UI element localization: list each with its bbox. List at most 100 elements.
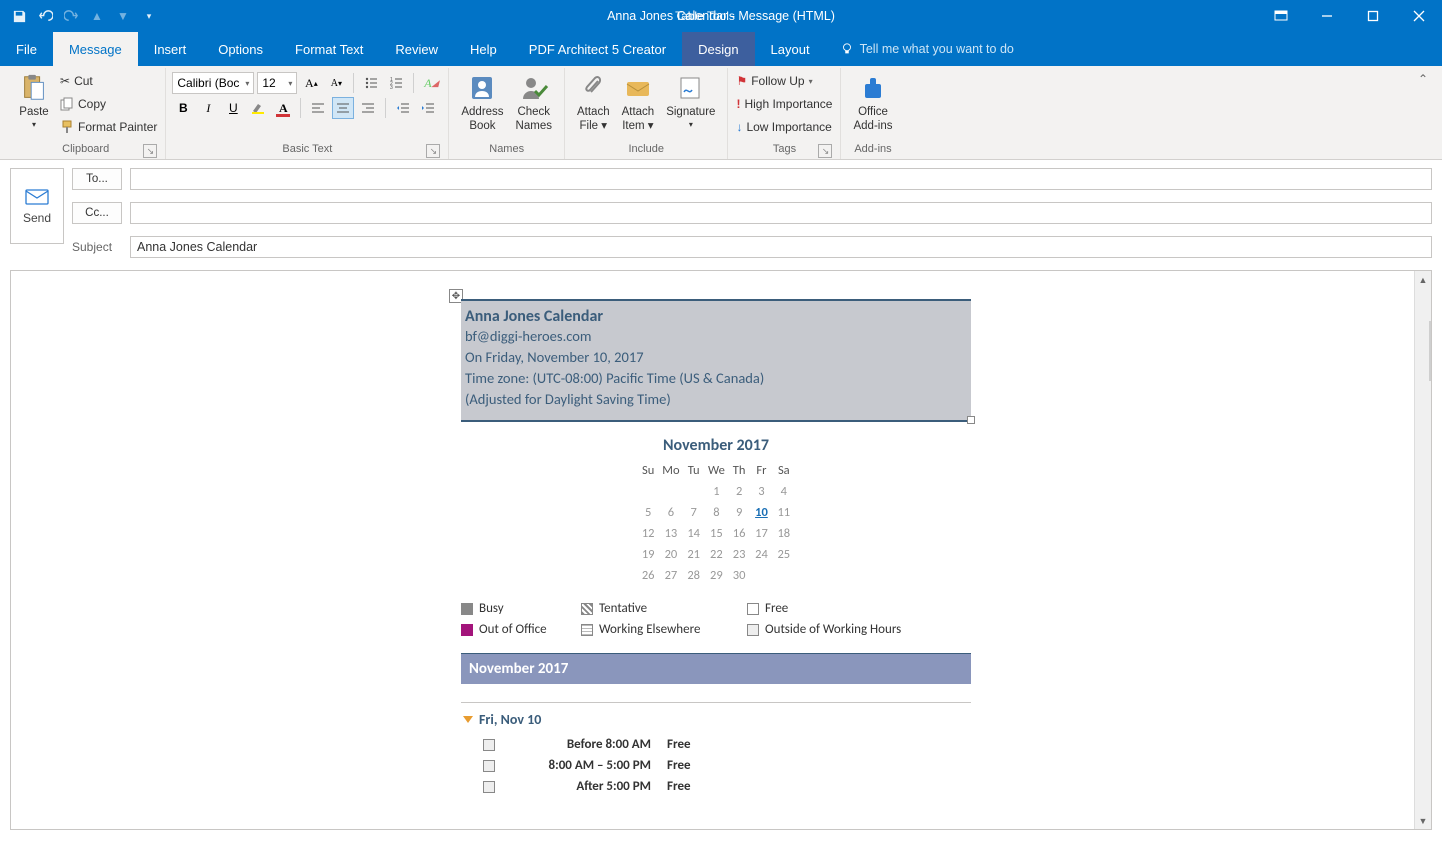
minimize-icon[interactable] [1304,0,1350,32]
date-cell: 13 [660,524,681,543]
attach-file-button[interactable]: AttachFile ▾ [571,70,616,136]
increase-indent-icon[interactable] [417,97,439,119]
subject-input[interactable] [130,236,1432,258]
check-names-button[interactable]: CheckNames [510,70,558,136]
address-book-button[interactable]: AddressBook [455,70,509,136]
format-painter-button[interactable]: Format Painter [58,116,159,138]
slot-checkbox[interactable] [483,760,495,772]
quick-access-toolbar: ▲ ▼ ▾ [0,2,162,30]
redo-icon[interactable] [58,2,84,30]
to-input[interactable] [130,168,1432,190]
high-importance-button[interactable]: !High Importance [734,93,834,115]
font-size-input[interactable]: 12▾ [257,72,297,94]
message-body[interactable]: ▲ ▼ ✥ Anna Jones Calendar bf@diggi-heroe… [10,270,1432,830]
slot-checkbox[interactable] [483,781,495,793]
dow-cell: We [706,461,727,480]
lightbulb-icon [840,42,854,56]
tags-launcher-icon[interactable]: ↘ [818,144,832,158]
signature-button[interactable]: Signature▾ [660,70,721,131]
tab-options[interactable]: Options [202,32,279,66]
date-cell: 25 [774,545,794,564]
svg-text:3: 3 [390,85,393,90]
numbering-icon[interactable]: 123 [385,72,407,94]
collapse-ribbon-icon[interactable]: ⌃ [1410,68,1436,159]
paste-button[interactable]: Paste▾ [12,70,56,131]
subject-label: Subject [72,240,122,254]
basic-text-launcher-icon[interactable]: ↘ [426,144,440,158]
copy-button[interactable]: Copy [58,93,159,115]
next-icon[interactable]: ▼ [110,2,136,30]
date-cell [660,482,681,501]
tell-me-label: Tell me what you want to do [860,42,1014,56]
follow-up-button[interactable]: ⚑Follow Up ▾ [734,70,834,92]
slot-time: Before 8:00 AM [511,737,651,752]
tab-help[interactable]: Help [454,32,513,66]
resize-handle-icon[interactable] [967,416,975,424]
tab-pdf-architect[interactable]: PDF Architect 5 Creator [513,32,682,66]
tab-format-text[interactable]: Format Text [279,32,379,66]
side-grip[interactable] [1429,321,1432,381]
qat-customize-icon[interactable]: ▾ [136,2,162,30]
send-icon [24,187,50,207]
date-cell: 27 [660,566,681,585]
slot-time: 8:00 AM – 5:00 PM [511,758,651,773]
italic-icon[interactable]: I [197,97,219,119]
tab-layout[interactable]: Layout [755,32,826,66]
ribbon-display-icon[interactable] [1258,0,1304,32]
office-addins-button[interactable]: OfficeAdd-ins [847,70,898,136]
cc-button[interactable]: Cc... [72,202,122,224]
tab-insert[interactable]: Insert [138,32,203,66]
align-right-icon[interactable] [357,97,379,119]
scissors-icon: ✂ [60,74,70,88]
time-slot-row: 8:00 AM – 5:00 PM Free [461,755,971,776]
date-cell: 22 [706,545,727,564]
undo-icon[interactable] [32,2,58,30]
low-importance-button[interactable]: ↓Low Importance [734,116,834,138]
font-color-icon[interactable]: A [272,97,294,119]
to-button[interactable]: To... [72,168,122,190]
align-center-icon[interactable] [332,97,354,119]
clipboard-launcher-icon[interactable]: ↘ [143,144,157,158]
day-heading: Fri, Nov 10 [461,711,971,728]
scroll-down-icon[interactable]: ▼ [1415,812,1431,829]
shrink-font-icon[interactable]: A▾ [325,72,347,94]
bold-icon[interactable]: B [172,97,194,119]
cc-input[interactable] [130,202,1432,224]
align-left-icon[interactable] [307,97,329,119]
calendar-insert: Anna Jones Calendar bf@diggi-heroes.com … [461,299,971,797]
date-cell [774,566,794,585]
close-icon[interactable] [1396,0,1442,32]
grow-font-icon[interactable]: A▴ [300,72,322,94]
expand-triangle-icon[interactable] [463,716,473,723]
date-cell: 5 [638,503,658,522]
copy-icon [60,97,74,111]
decrease-indent-icon[interactable] [392,97,414,119]
we-swatch-icon [581,624,593,636]
tab-file[interactable]: File [0,32,53,66]
dow-cell: Fr [751,461,771,480]
prev-icon[interactable]: ▲ [84,2,110,30]
underline-icon[interactable]: U [222,97,244,119]
tentative-swatch-icon [581,603,593,615]
tab-design[interactable]: Design [682,32,754,66]
cut-button[interactable]: ✂Cut [58,70,159,92]
highlight-icon[interactable] [247,97,269,119]
time-slot-row: Before 8:00 AMFree [461,734,971,755]
send-button[interactable]: Send [10,168,64,244]
slot-checkbox[interactable] [483,739,495,751]
maximize-icon[interactable] [1350,0,1396,32]
clear-formatting-icon[interactable]: A◢ [420,72,442,94]
tab-review[interactable]: Review [379,32,454,66]
font-name-input[interactable]: Calibri (Boc▾ [172,72,254,94]
save-icon[interactable] [6,2,32,30]
scroll-up-icon[interactable]: ▲ [1415,271,1431,288]
tell-me-search[interactable]: Tell me what you want to do [826,32,1028,66]
attach-item-button[interactable]: AttachItem ▾ [616,70,661,136]
calendar-title: Anna Jones Calendar [465,307,967,326]
flag-icon: ⚑ [736,74,747,88]
owh-swatch-icon [747,624,759,636]
bullets-icon[interactable] [360,72,382,94]
slot-status: Free [667,758,691,773]
tab-message[interactable]: Message [53,32,138,66]
selected-date[interactable]: 10 [755,505,768,520]
